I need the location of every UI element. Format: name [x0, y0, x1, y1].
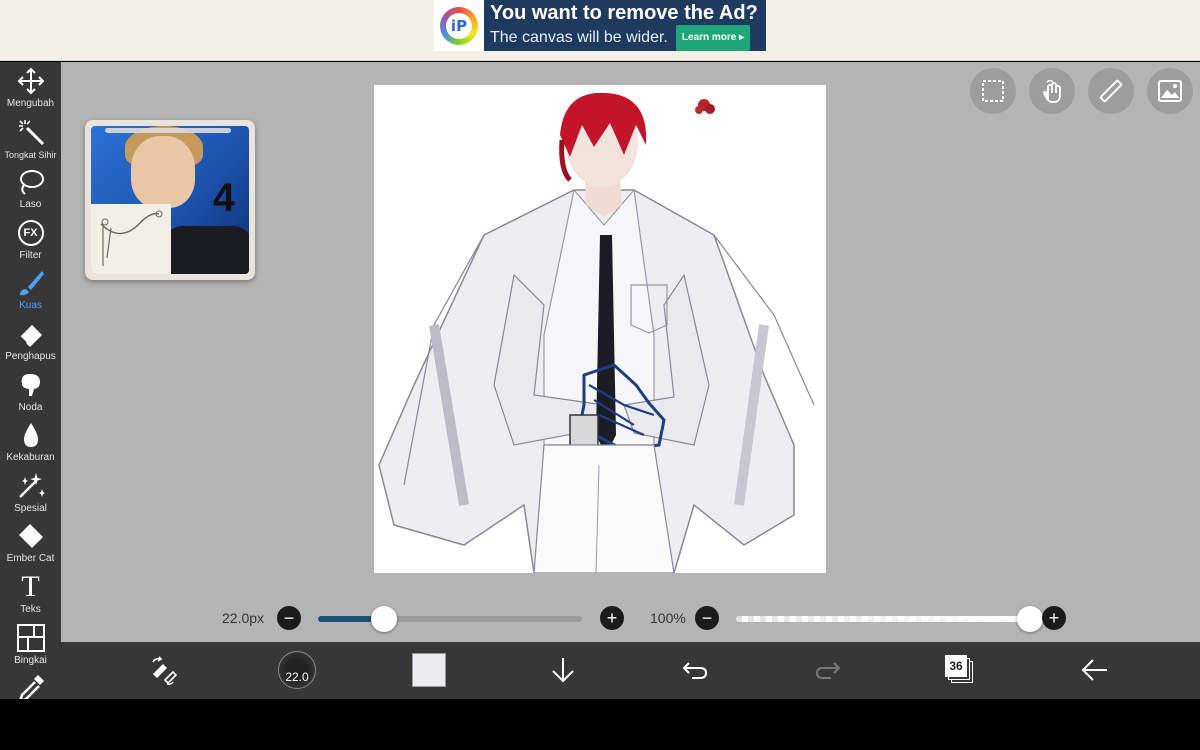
tool-label: Spesial — [14, 502, 47, 514]
ad-banner[interactable]: iP You want to remove the Ad? The canvas… — [434, 0, 766, 51]
eyedropper-icon — [16, 673, 46, 699]
minus-icon: − — [283, 608, 295, 628]
brush-size-button[interactable]: 22.0 — [277, 650, 317, 690]
ad-title: You want to remove the Ad? — [490, 1, 758, 24]
text-icon: T — [21, 570, 40, 603]
drawing-canvas[interactable] — [374, 85, 826, 573]
brush-size-increase-button[interactable]: + — [600, 606, 624, 630]
tool-label: Laso — [19, 199, 42, 211]
tool-label: Mengubah — [6, 98, 55, 109]
back-button[interactable] — [1075, 650, 1115, 690]
reference-number: 4 — [212, 176, 235, 220]
redo-icon — [815, 662, 841, 679]
tool-penghapus[interactable]: Penghapus — [0, 319, 61, 369]
arrow-down-icon — [552, 658, 574, 683]
minus-icon: − — [701, 608, 713, 628]
paint-bucket-icon — [16, 521, 46, 551]
reference-window[interactable]: 4 — [85, 120, 255, 280]
tool-label: Bingkai — [14, 654, 47, 666]
fx-icon: FX — [16, 218, 46, 248]
tool-label: Noda — [18, 401, 43, 413]
ad-subtitle: The canvas will be wider. — [490, 28, 668, 46]
ad-bar: iP You want to remove the Ad? The canvas… — [0, 0, 1200, 61]
brush-size-decrease-button[interactable]: − — [277, 606, 301, 630]
tool-noda[interactable]: Noda — [0, 370, 61, 420]
plus-icon: + — [1048, 608, 1060, 628]
tool-label: Filter — [19, 249, 42, 261]
tool-label: Penghapus — [5, 351, 56, 362]
opacity-slider[interactable] — [736, 616, 1030, 622]
magic-wand-icon — [16, 117, 46, 147]
tool-kekaburan[interactable]: Kekaburan — [0, 420, 61, 470]
plus-icon: + — [606, 608, 618, 628]
undo-icon — [682, 662, 708, 679]
download-button[interactable] — [543, 650, 583, 690]
opacity-value: 100% — [650, 610, 686, 626]
tool-label: Tongkat Sihir — [4, 149, 57, 160]
system-nav-bar — [0, 699, 1200, 750]
tool-laso[interactable]: Laso — [0, 167, 61, 217]
reference-drag-handle[interactable] — [105, 128, 231, 133]
brush-size-slider[interactable] — [318, 616, 582, 622]
bottom-toolbar: 22.0 36 — [61, 642, 1200, 699]
tool-eyedropper[interactable] — [0, 673, 61, 699]
ad-subtitle-row: The canvas will be wider. Learn more ▸ — [490, 24, 766, 51]
selection-rectangle-icon — [982, 80, 1004, 102]
opacity-thumb[interactable] — [1017, 606, 1043, 632]
tool-label: Kuas — [19, 300, 42, 312]
material-button[interactable] — [1147, 68, 1193, 114]
artwork — [378, 92, 815, 573]
reference-image: 4 — [91, 126, 249, 274]
hand-touch-icon — [1043, 79, 1061, 103]
image-icon — [1158, 80, 1182, 102]
tool-mengubah[interactable]: Mengubah — [0, 66, 61, 116]
tool-spesial[interactable]: Spesial — [0, 471, 61, 521]
learn-more-button[interactable]: Learn more ▸ — [675, 24, 751, 51]
gesture-button[interactable] — [1029, 68, 1075, 114]
move-icon — [16, 66, 46, 96]
tool-tongkat-sihir[interactable]: Tongkat Sihir — [0, 117, 61, 167]
layer-count: 36 — [945, 655, 967, 677]
opacity-decrease-button[interactable]: − — [695, 606, 719, 630]
special-sparkle-icon — [16, 471, 46, 501]
undo-button[interactable] — [675, 650, 715, 690]
lasso-icon — [16, 167, 46, 197]
layers-icon: 36 — [945, 655, 975, 685]
ibis-paint-logo-icon: iP — [434, 0, 484, 51]
eraser-icon — [16, 319, 46, 349]
opacity-increase-button[interactable]: + — [1042, 606, 1066, 630]
tool-label: Kekaburan — [6, 452, 55, 464]
ad-text: You want to remove the Ad? The canvas wi… — [484, 1, 766, 51]
current-color-swatch — [412, 653, 446, 687]
tool-label: Ember Cat — [6, 553, 55, 565]
selection-button[interactable] — [970, 68, 1016, 114]
ruler-icon — [1099, 79, 1123, 103]
smudge-icon — [16, 370, 46, 400]
tool-ember-cat[interactable]: Ember Cat — [0, 521, 61, 571]
ruler-button[interactable] — [1088, 68, 1134, 114]
tool-kuas[interactable]: Kuas — [0, 268, 61, 318]
brush-size-preview-value: 22.0 — [285, 670, 309, 684]
brush-sliders: 22.0px − + 100% − + — [0, 600, 1200, 636]
canvas-workspace[interactable]: 4 — [61, 62, 1200, 642]
brush-size-thumb[interactable] — [371, 606, 397, 632]
ibis-paint-app: iP You want to remove the Ad? The canvas… — [0, 0, 1200, 750]
brush-icon — [16, 268, 46, 298]
layers-button[interactable]: 36 — [940, 650, 980, 690]
tool-switch-button[interactable] — [143, 650, 183, 690]
blur-drop-icon — [16, 420, 46, 450]
redo-button[interactable] — [808, 650, 848, 690]
color-button[interactable] — [409, 650, 449, 690]
tool-filter[interactable]: FX Filter — [0, 218, 61, 268]
arrow-left-icon — [1081, 659, 1107, 681]
brush-size-value: 22.0px — [222, 610, 265, 626]
brush-eraser-swap-icon — [152, 656, 178, 685]
